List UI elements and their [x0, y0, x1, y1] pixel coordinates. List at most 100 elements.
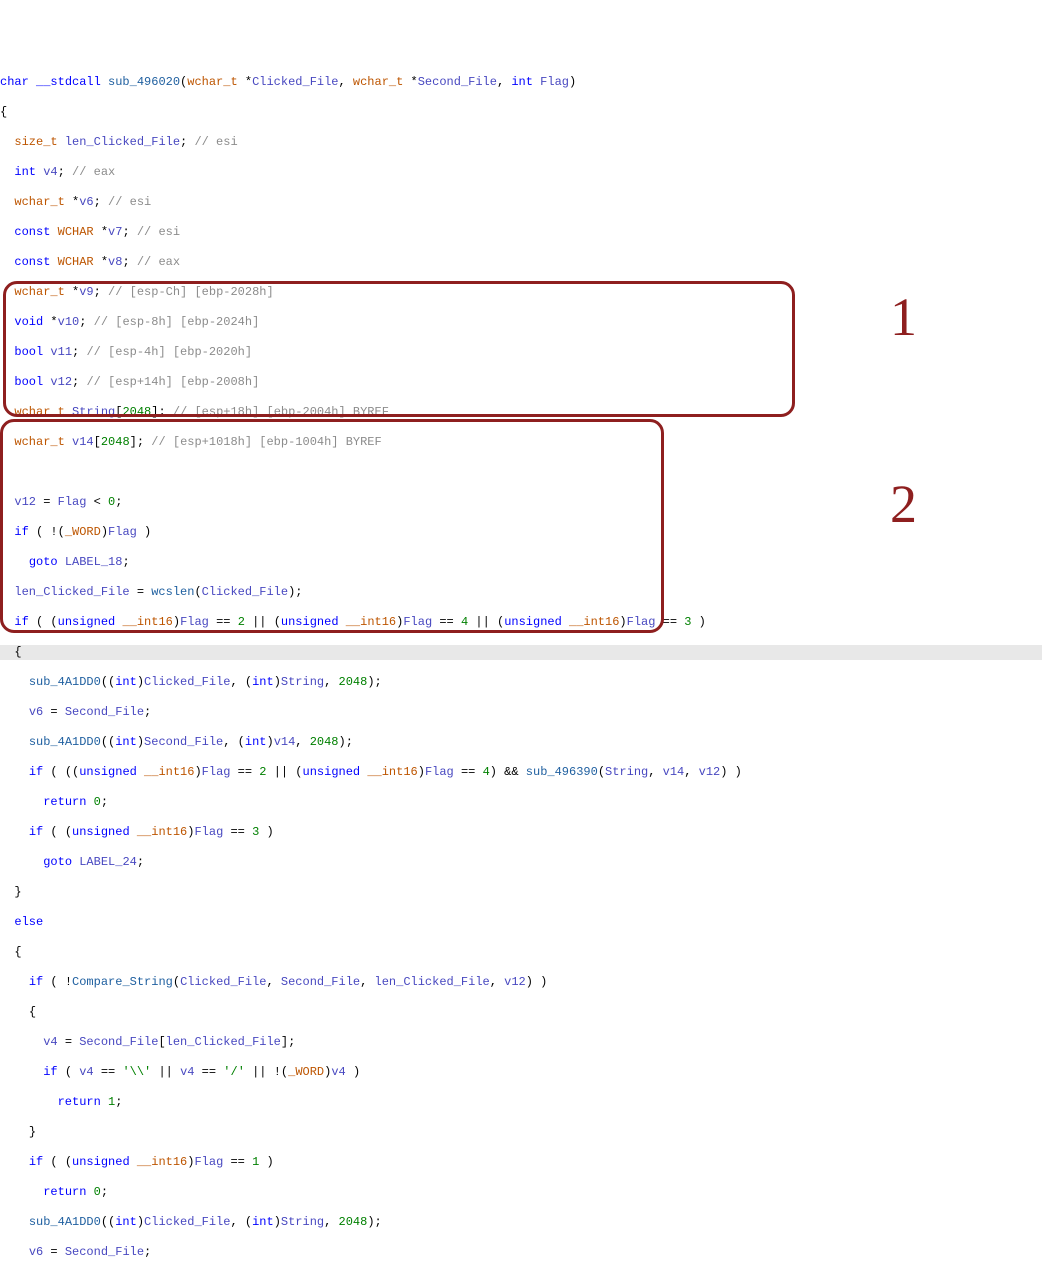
punct: ( ( [43, 1155, 72, 1169]
identifier: Second_File [65, 1245, 144, 1259]
keyword: if [29, 825, 43, 839]
comment: // [esp-4h] [ebp-2020h] [86, 345, 252, 359]
indent [0, 735, 29, 749]
space [58, 135, 65, 149]
space: * [43, 315, 57, 329]
space [562, 615, 569, 629]
keyword: int [252, 675, 274, 689]
brace: { [0, 105, 7, 119]
keyword: unsigned [281, 615, 339, 629]
identifier: v4 [331, 1065, 345, 1079]
code-line: bool v11; // [esp-4h] [ebp-2020h] [0, 345, 1042, 360]
punct: ) [259, 825, 273, 839]
code-line: size_t len_Clicked_File; // esi [0, 135, 1042, 150]
identifier: len_Clicked_File [375, 975, 490, 989]
indent [0, 705, 29, 719]
space: * [65, 285, 79, 299]
identifier: v14 [663, 765, 685, 779]
punct: ( [598, 765, 605, 779]
op: || [151, 1065, 180, 1079]
indent [0, 855, 43, 869]
indent [0, 435, 14, 449]
indent [0, 1185, 43, 1199]
space [360, 765, 367, 779]
keyword: if [14, 525, 28, 539]
comment: // eax [72, 165, 115, 179]
punct: , [295, 735, 309, 749]
punct: ( ! [43, 975, 72, 989]
type: size_t [14, 135, 57, 149]
punct: || ( [468, 615, 504, 629]
keyword: int [115, 735, 137, 749]
identifier: Second_File [65, 705, 144, 719]
keyword: const [14, 255, 50, 269]
identifier: v4 [79, 1065, 93, 1079]
punct: ) [187, 1155, 194, 1169]
type: _WORD [65, 525, 101, 539]
brace: } [14, 885, 21, 899]
punct: ; [94, 195, 108, 209]
code-line: const WCHAR *v8; // eax [0, 255, 1042, 270]
identifier: v4 [180, 1065, 194, 1079]
code-line: const WCHAR *v7; // esi [0, 225, 1042, 240]
identifier: Second_File [79, 1035, 158, 1049]
identifier: Clicked_File [180, 975, 266, 989]
code-line: if ( ((unsigned __int16)Flag == 2 || (un… [0, 765, 1042, 780]
indent [0, 315, 14, 329]
identifier: Flag [540, 75, 569, 89]
number: 1 [252, 1155, 259, 1169]
indent [0, 945, 14, 959]
type: __int16 [137, 1155, 187, 1169]
punct: ) [274, 675, 281, 689]
indent [0, 345, 14, 359]
code-line: { [0, 105, 1042, 120]
identifier: v10 [58, 315, 80, 329]
type: wchar_t [14, 285, 64, 299]
type: WCHAR [58, 255, 94, 269]
space: * [94, 225, 108, 239]
identifier: Flag [108, 525, 137, 539]
identifier: String [605, 765, 648, 779]
number: 2048 [101, 435, 130, 449]
op: = [36, 495, 58, 509]
identifier: v11 [50, 345, 72, 359]
punct: || ( [267, 765, 303, 779]
type: WCHAR [58, 225, 94, 239]
space [339, 615, 346, 629]
op: = [43, 1245, 65, 1259]
punct: ( [173, 975, 180, 989]
punct: ) && [490, 765, 526, 779]
comment: // esi [137, 225, 180, 239]
comment: // [esp+14h] [ebp-2008h] [86, 375, 259, 389]
type: __int16 [122, 615, 172, 629]
code-line: v12 = Flag < 0; [0, 495, 1042, 510]
identifier: Clicked_File [252, 75, 338, 89]
punct: ]; [281, 1035, 295, 1049]
type: __int16 [144, 765, 194, 779]
punct: || !( [245, 1065, 288, 1079]
punct: ; [115, 495, 122, 509]
keyword: goto [43, 855, 72, 869]
code-line: { [0, 945, 1042, 960]
space [86, 795, 93, 809]
keyword: bool [14, 345, 43, 359]
space [130, 825, 137, 839]
code-line: wchar_t String[2048]; // [esp+18h] [ebp-… [0, 405, 1042, 420]
indent [0, 135, 14, 149]
code-line: sub_4A1DD0((int)Second_File, (int)v14, 2… [0, 735, 1042, 750]
indent [0, 1125, 29, 1139]
punct: , [324, 675, 338, 689]
identifier: v12 [699, 765, 721, 779]
function-call: Compare_String [72, 975, 173, 989]
punct: ) [346, 1065, 360, 1079]
identifier: Flag [180, 615, 209, 629]
punct: * [403, 75, 417, 89]
space [137, 765, 144, 779]
code-line: if ( !Compare_String(Clicked_File, Secon… [0, 975, 1042, 990]
punct: ) [259, 1155, 273, 1169]
code-line: v6 = Second_File; [0, 1245, 1042, 1260]
punct: ; [122, 555, 129, 569]
punct: ) [691, 615, 705, 629]
punct: , [266, 975, 280, 989]
number: 3 [252, 825, 259, 839]
